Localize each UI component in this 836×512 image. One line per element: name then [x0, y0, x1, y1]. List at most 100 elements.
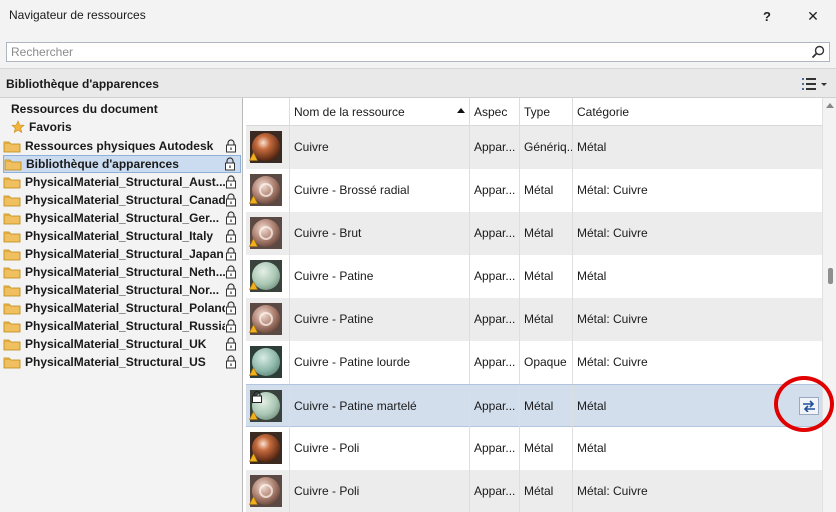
search-icon[interactable] [811, 45, 825, 59]
table-row[interactable]: Cuivre - Patine lourde Appar... Opaque Méta… [246, 341, 822, 384]
scrollbar-thumb[interactable] [828, 268, 833, 284]
warning-icon [249, 496, 258, 505]
tree-item[interactable]: Ressources physiques Autodesk [3, 137, 241, 155]
scroll-up-icon[interactable] [826, 102, 834, 108]
tree-item-label: PhysicalMaterial_Structural_Canada [25, 193, 225, 207]
resource-aspect: Appar... [470, 169, 520, 212]
warning-icon [249, 453, 258, 462]
resource-type: Métal [520, 385, 573, 428]
column-header-type[interactable]: Type [520, 98, 573, 126]
tree-item-label: PhysicalMaterial_Structural_Italy [25, 229, 214, 243]
table-row[interactable]: Cuivre Appar... Génériq... Métal [246, 126, 822, 169]
folder-icon [4, 156, 26, 172]
resource-aspect: Appar... [470, 212, 520, 255]
list-view-icon[interactable] [800, 75, 830, 93]
lock-icon [225, 246, 239, 262]
lock-icon [225, 354, 239, 370]
resource-type: Opaque [520, 341, 573, 384]
column-header-thumbnail[interactable] [246, 98, 290, 126]
table-row[interactable]: Cuivre - Brut Appar... Métal Métal: Cuivre [246, 212, 822, 255]
tree-item[interactable]: Bibliothèque d'apparences [3, 155, 241, 173]
library-title: Bibliothèque d'apparences [6, 77, 159, 91]
table-row[interactable]: Cuivre - Poli Appar... Métal Métal [246, 427, 822, 470]
tree-item[interactable]: PhysicalMaterial_Structural_UK [3, 335, 241, 353]
tree-item[interactable]: PhysicalMaterial_Structural_Italy [3, 227, 241, 245]
resource-type: Métal [520, 169, 573, 212]
tree-item-label: PhysicalMaterial_Structural_Poland [25, 301, 225, 315]
resource-type: Métal [520, 298, 573, 341]
tree-item-label: PhysicalMaterial_Structural_UK [25, 337, 207, 351]
table-body: Cuivre Appar... Génériq... Métal Cuivre - Br… [246, 126, 822, 512]
resource-category: Métal [577, 399, 607, 413]
table-row[interactable]: Cuivre - Patine Appar... Métal Métal: Cuivr… [246, 298, 822, 341]
star-icon [11, 120, 25, 134]
search-area [0, 32, 836, 68]
resource-name: Cuivre [290, 126, 470, 169]
tree-item[interactable]: PhysicalMaterial_Structural_Ger... [3, 209, 241, 227]
replace-button[interactable] [799, 397, 819, 415]
resource-category: Métal: Cuivre [577, 183, 648, 197]
table-row[interactable]: Cuivre - Patine martelé Appar... Métal Méta… [246, 384, 822, 428]
resource-aspect: Appar... [470, 385, 520, 428]
resource-name: Cuivre - Poli [290, 427, 470, 470]
tree-item[interactable]: PhysicalMaterial_Structural_Nor... [3, 281, 241, 299]
tree-item[interactable]: PhysicalMaterial_Structural_US [3, 353, 241, 371]
resource-category: Métal: Cuivre [577, 312, 648, 326]
thumbnail-cell [246, 427, 290, 470]
table-row[interactable]: Cuivre - Patine Appar... Métal Métal [246, 255, 822, 298]
lock-icon [225, 138, 239, 154]
table-row[interactable]: Cuivre - Poli Appar... Métal Métal: Cuivre [246, 470, 822, 512]
resource-category: Métal [577, 441, 607, 455]
vertical-scrollbar[interactable] [822, 98, 836, 512]
column-header-category[interactable]: Catégorie [573, 98, 822, 126]
help-button[interactable]: ? [744, 0, 790, 32]
lock-icon [225, 210, 239, 226]
column-header-name[interactable]: Nom de la ressource [290, 98, 470, 126]
favorites-item[interactable]: Favoris [11, 119, 72, 135]
tree-item[interactable]: PhysicalMaterial_Structural_Poland [3, 299, 241, 317]
swap-icon [803, 400, 815, 412]
resource-name: Cuivre - Patine lourde [290, 341, 470, 384]
folder-icon [3, 354, 25, 370]
tree-item-label: PhysicalMaterial_Structural_Ger... [25, 211, 220, 225]
resource-type: Métal [520, 470, 573, 512]
tree-item[interactable]: PhysicalMaterial_Structural_Japan [3, 245, 241, 263]
resource-type: Métal [520, 427, 573, 470]
tree-item[interactable]: PhysicalMaterial_Structural_Russia [3, 317, 241, 335]
lock-icon [225, 318, 239, 334]
resource-name: Cuivre - Patine [290, 298, 470, 341]
resource-name: Cuivre - Patine martelé [290, 385, 470, 428]
warning-icon [249, 152, 258, 161]
table-row[interactable]: Cuivre - Brossé radial Appar... Métal Métal… [246, 169, 822, 212]
resource-name: Cuivre - Patine [290, 255, 470, 298]
warning-icon [249, 195, 258, 204]
thumbnail-cell [246, 385, 290, 428]
resource-type: Génériq... [520, 126, 573, 169]
folder-icon [3, 138, 25, 154]
search-input[interactable] [7, 43, 803, 61]
folder-icon [3, 318, 25, 334]
document-resources-label[interactable]: Ressources du document [11, 102, 158, 116]
lock-icon [252, 391, 262, 403]
warning-icon [249, 367, 258, 376]
column-header-aspect[interactable]: Aspec [470, 98, 520, 126]
tree-item[interactable]: PhysicalMaterial_Structural_Aust... [3, 173, 241, 191]
table-header: Nom de la ressource Aspec Type Catégorie [246, 98, 822, 126]
tree-item[interactable]: PhysicalMaterial_Structural_Canada [3, 191, 241, 209]
thumbnail-cell [246, 341, 290, 384]
close-button[interactable]: ✕ [790, 0, 836, 32]
resource-category: Métal: Cuivre [577, 484, 648, 498]
folder-icon [3, 300, 25, 316]
folder-icon [3, 246, 25, 262]
resource-aspect: Appar... [470, 255, 520, 298]
lock-icon [225, 228, 239, 244]
tree-item[interactable]: PhysicalMaterial_Structural_Neth... [3, 263, 241, 281]
tree-item-label: PhysicalMaterial_Structural_Neth... [25, 265, 225, 279]
folder-icon [3, 228, 25, 244]
library-tree: Ressources du document Favoris Ressource… [0, 98, 243, 512]
lock-icon [225, 192, 239, 208]
lock-icon [224, 156, 238, 172]
lock-icon [225, 174, 239, 190]
tree-item-label: PhysicalMaterial_Structural_Russia [25, 319, 225, 333]
tree-item-label: Ressources physiques Autodesk [25, 139, 214, 153]
